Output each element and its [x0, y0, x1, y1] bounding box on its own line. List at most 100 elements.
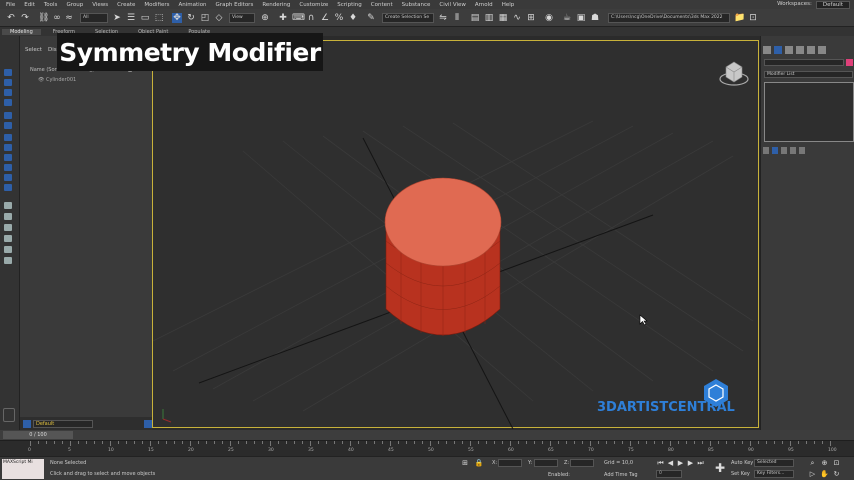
- play-icon[interactable]: ▶: [676, 459, 685, 467]
- project-folder-icon[interactable]: 📁: [734, 13, 745, 23]
- menu-edit[interactable]: Edit: [24, 2, 35, 8]
- strip-button-2[interactable]: [4, 79, 12, 86]
- redo-icon[interactable]: ↷: [20, 13, 30, 23]
- select-scale-icon[interactable]: ◰: [200, 13, 210, 23]
- field-of-view-icon[interactable]: ▷: [808, 470, 817, 478]
- strip-button-7[interactable]: [4, 134, 12, 141]
- undo-icon[interactable]: ↶: [6, 13, 16, 23]
- render-setup-icon[interactable]: ☕: [562, 13, 572, 23]
- menu-file[interactable]: File: [6, 2, 15, 8]
- auto-key-button[interactable]: Auto Key: [731, 460, 753, 466]
- edit-named-selection-icon[interactable]: ✎: [366, 13, 376, 23]
- next-frame-icon[interactable]: ▶: [686, 459, 695, 467]
- zoom-all-icon[interactable]: ⊕: [820, 459, 829, 467]
- show-end-result-icon[interactable]: [772, 147, 778, 154]
- percent-snap-icon[interactable]: %: [334, 13, 344, 23]
- strip-button-12[interactable]: [4, 184, 12, 191]
- menu-substance[interactable]: Substance: [402, 2, 431, 8]
- snaps-toggle-icon[interactable]: ∩: [306, 13, 316, 23]
- remove-modifier-icon[interactable]: [790, 147, 796, 154]
- viewport-layout-icon[interactable]: [3, 408, 15, 422]
- modifier-stack[interactable]: [764, 82, 854, 142]
- menu-animation[interactable]: Animation: [179, 2, 207, 8]
- configure-sets-icon[interactable]: [799, 147, 805, 154]
- strip-button-17[interactable]: [4, 246, 12, 253]
- strip-button-8[interactable]: [4, 144, 12, 151]
- strip-button-6[interactable]: [4, 122, 12, 129]
- x-coordinate[interactable]: [498, 459, 522, 467]
- unlink-icon[interactable]: ∞: [52, 13, 62, 23]
- track-bar[interactable]: 0 5 10 15 20 25 30 35 40 45 50 55 60 65 70 75 80 85 90 95 10…: [0, 440, 854, 456]
- strip-button-9[interactable]: [4, 154, 12, 161]
- modify-tab-icon[interactable]: [774, 45, 782, 54]
- toggle-scene-explorer-icon[interactable]: ▤: [470, 13, 480, 23]
- strip-button-3[interactable]: [4, 89, 12, 96]
- menu-group[interactable]: Group: [66, 2, 83, 8]
- y-coordinate[interactable]: [534, 459, 558, 467]
- key-filters-button[interactable]: Key Filters...: [754, 470, 794, 478]
- selection-filter-dropdown[interactable]: All: [80, 13, 108, 23]
- modifier-list-dropdown[interactable]: Modifier List: [764, 71, 853, 78]
- schematic-view-icon[interactable]: ⊞: [526, 13, 536, 23]
- material-editor-icon[interactable]: ◉: [544, 13, 554, 23]
- strip-button-18[interactable]: [4, 257, 12, 264]
- layer-dropdown[interactable]: Default: [33, 419, 93, 428]
- object-color-swatch[interactable]: [846, 59, 853, 66]
- display-tab-icon[interactable]: [807, 45, 815, 54]
- strip-button-10[interactable]: [4, 164, 12, 171]
- render-production-icon[interactable]: ☗: [590, 13, 600, 23]
- scene-tab-select[interactable]: Select: [25, 47, 42, 53]
- menu-graph-editors[interactable]: Graph Editors: [216, 2, 254, 8]
- menu-customize[interactable]: Customize: [299, 2, 328, 8]
- select-by-name-icon[interactable]: ☰: [126, 13, 136, 23]
- viewcube-icon[interactable]: [719, 61, 749, 86]
- strip-button-5[interactable]: [4, 112, 12, 119]
- utilities-tab-icon[interactable]: [818, 45, 826, 54]
- menu-views[interactable]: Views: [92, 2, 108, 8]
- previous-frame-icon[interactable]: ◀: [666, 459, 675, 467]
- layer-icon[interactable]: [23, 419, 31, 428]
- bind-spacewarp-icon[interactable]: ≈: [64, 13, 74, 23]
- strip-button-11[interactable]: [4, 174, 12, 181]
- z-coordinate[interactable]: [570, 459, 594, 467]
- isolate-selection-icon[interactable]: ⊞: [460, 458, 470, 468]
- hierarchy-tab-icon[interactable]: [785, 45, 793, 54]
- menu-modifiers[interactable]: Modifiers: [144, 2, 169, 8]
- time-slider[interactable]: 0 / 100: [0, 430, 854, 440]
- menu-tools[interactable]: Tools: [44, 2, 58, 8]
- select-manipulate-icon[interactable]: ✚: [278, 13, 288, 23]
- select-rotate-icon[interactable]: ↻: [186, 13, 196, 23]
- strip-button-15[interactable]: [4, 224, 12, 231]
- strip-button-4[interactable]: [4, 99, 12, 106]
- object-name-field[interactable]: [764, 59, 844, 66]
- go-to-start-icon[interactable]: ⏮: [656, 459, 665, 467]
- window-crossing-icon[interactable]: ⬚: [154, 13, 164, 23]
- strip-button-13[interactable]: [4, 202, 12, 209]
- project-path-dropdown[interactable]: C:\Users\ncg\OneDrive\Documents\3ds Max …: [608, 13, 730, 23]
- menu-help[interactable]: Help: [502, 2, 515, 8]
- perspective-viewport[interactable]: 3DARTISTCENTRAL: [152, 40, 759, 430]
- set-key-big-icon[interactable]: ✚: [714, 462, 726, 474]
- active-viewport-icon[interactable]: ⊡: [748, 13, 758, 23]
- pivot-center-icon[interactable]: ⊕: [260, 13, 270, 23]
- curve-editor-icon[interactable]: ∿: [512, 13, 522, 23]
- workspaces-select[interactable]: Default: [815, 0, 850, 9]
- spinner-snap-icon[interactable]: ♦: [348, 13, 358, 23]
- make-unique-icon[interactable]: [781, 147, 787, 154]
- create-tab-icon[interactable]: [763, 45, 771, 54]
- motion-tab-icon[interactable]: [796, 45, 804, 54]
- scene-explorer-options-icon[interactable]: [144, 419, 152, 428]
- selection-lock-icon[interactable]: 🔒: [474, 458, 484, 468]
- strip-button-1[interactable]: [4, 69, 12, 76]
- pan-icon[interactable]: ✋: [820, 470, 829, 478]
- toggle-layer-explorer-icon[interactable]: ▥: [484, 13, 494, 23]
- add-time-tag[interactable]: Add Time Tag: [604, 472, 638, 478]
- select-object-icon[interactable]: ➤: [112, 13, 122, 23]
- angle-snap-icon[interactable]: ∠: [320, 13, 330, 23]
- zoom-icon[interactable]: ⌕: [808, 459, 817, 467]
- strip-button-14[interactable]: [4, 213, 12, 220]
- strip-button-16[interactable]: [4, 235, 12, 242]
- current-frame-field[interactable]: 0: [656, 470, 682, 478]
- zoom-extents-icon[interactable]: ⊡: [832, 459, 841, 467]
- keyboard-shortcut-icon[interactable]: ⌨: [292, 13, 305, 23]
